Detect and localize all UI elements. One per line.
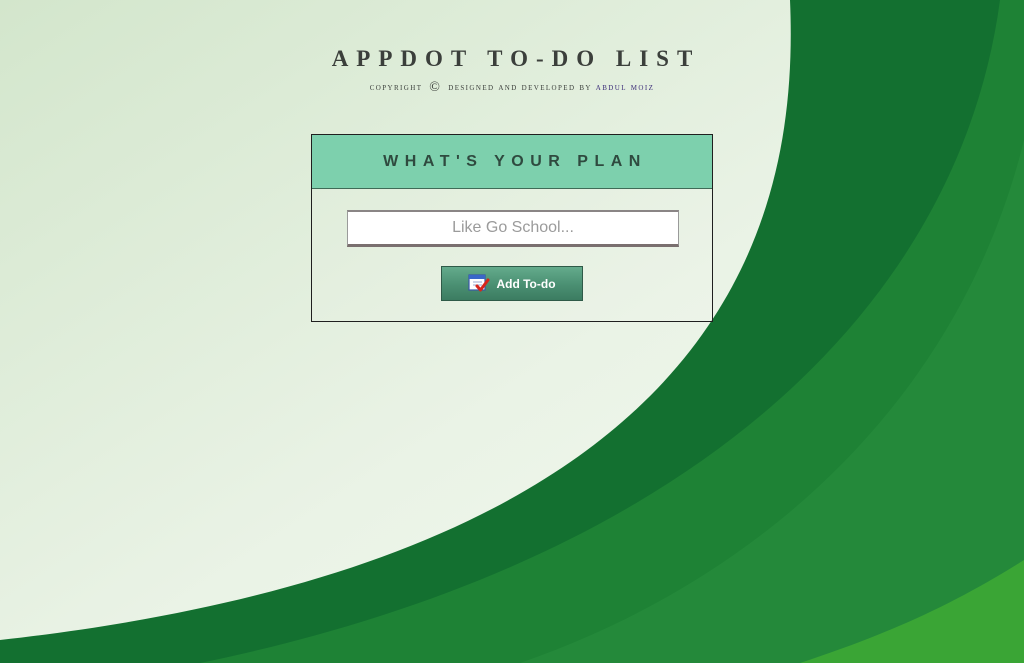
app-header: APPDOT TO-DO LIST COPYRIGHT © DESIGNED A… bbox=[0, 46, 1024, 96]
add-todo-label: Add To-do bbox=[496, 276, 556, 291]
card-title: WHAT'S YOUR PLAN bbox=[383, 152, 647, 170]
card-header: WHAT'S YOUR PLAN bbox=[312, 135, 712, 189]
todo-card: WHAT'S YOUR PLAN Add To-do bbox=[311, 134, 713, 322]
background-waves bbox=[0, 0, 1024, 663]
copyright-symbol: © bbox=[429, 80, 442, 95]
app-title: APPDOT TO-DO LIST bbox=[331, 46, 701, 71]
add-todo-button[interactable]: Add To-do bbox=[441, 266, 583, 301]
calendar-check-icon bbox=[468, 273, 490, 294]
credit-text: DESIGNED AND DEVELOPED BY bbox=[448, 82, 592, 93]
input-wrapper bbox=[347, 210, 679, 247]
copyright-line: COPYRIGHT © DESIGNED AND DEVELOPED BY AB… bbox=[0, 80, 1024, 96]
copyright-label: COPYRIGHT bbox=[369, 82, 423, 93]
author-link[interactable]: ABDUL MOIZ bbox=[596, 82, 655, 93]
todo-input[interactable] bbox=[347, 210, 679, 247]
